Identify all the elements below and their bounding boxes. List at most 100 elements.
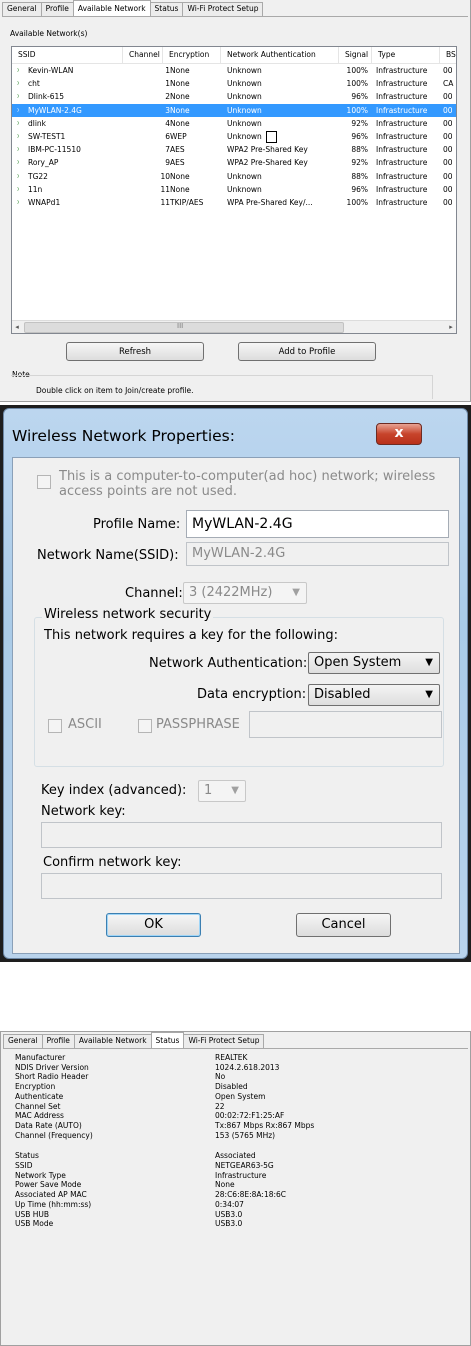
bssid-cell: 00 — [443, 118, 453, 128]
network-list[interactable]: SSID Channel Encryption Network Authenti… — [11, 46, 457, 334]
passphrase-checkbox — [138, 719, 152, 733]
channel-cell: 11 — [160, 184, 170, 194]
refresh-button[interactable]: Refresh — [66, 342, 204, 361]
status-label: Encryption — [15, 1082, 56, 1092]
ssid-field: MyWLAN-2.4G — [186, 542, 449, 566]
auth-cell: WPA2 Pre-Shared Key — [227, 145, 308, 155]
column-bssid[interactable]: BS — [440, 47, 456, 63]
encryption-cell: AES — [170, 158, 185, 168]
status-panel: General Profile Available Network Status… — [0, 1031, 471, 1346]
chevron-down-icon: ▼ — [292, 587, 300, 598]
tab-profile[interactable]: Profile — [41, 1034, 75, 1048]
signal-cell: 96% — [351, 132, 368, 141]
column-network-authentication[interactable]: Network Authentication — [221, 47, 339, 63]
status-tab-divider — [3, 1048, 468, 1049]
auth-cell: Unknown — [227, 118, 262, 128]
encryption-cell: TKIP/AES — [170, 198, 204, 207]
status-label: Network Type — [15, 1170, 66, 1180]
status-value: 0:34:07 — [215, 1199, 244, 1209]
status-label: USB HUB — [15, 1209, 50, 1219]
column-signal[interactable]: Signal — [339, 47, 372, 63]
status-value: No — [215, 1072, 226, 1082]
network-key-input — [41, 822, 442, 848]
type-cell: Infrastructure — [376, 184, 428, 194]
ok-button[interactable]: OK — [106, 913, 201, 937]
auth-cell: WPA Pre-Shared Key/... — [227, 198, 313, 207]
network-key-label: Network key: — [41, 804, 126, 819]
tab-general[interactable]: General — [2, 2, 42, 16]
passphrase-label: PASSPHRASE — [156, 717, 240, 732]
ssid-cell: Kevin-WLAN — [28, 66, 74, 75]
horizontal-scrollbar[interactable]: ◂ III ▸ — [12, 320, 456, 333]
column-ssid[interactable]: SSID — [12, 47, 123, 63]
profile-name-input[interactable]: MyWLAN-2.4G — [186, 510, 449, 538]
tab-wifi-protect-setup[interactable]: Wi-Fi Protect Setup — [183, 1034, 265, 1048]
column-channel[interactable]: Channel — [123, 47, 163, 63]
scroll-left-icon[interactable]: ◂ — [12, 321, 22, 333]
bssid-cell: 00 — [443, 66, 453, 75]
network-row[interactable]: ⁾ 11n 11 None Unknown 96% Infrastructure 00 — [12, 183, 456, 196]
bssid-cell: 00 — [443, 158, 453, 168]
type-cell: Infrastructure — [376, 66, 428, 75]
auth-select[interactable]: Open System ▼ — [308, 652, 440, 674]
status-value: 1024.2.618.2013 — [215, 1062, 280, 1072]
ascii-label: ASCII — [68, 717, 102, 732]
signal-cell: 96% — [351, 184, 368, 194]
tab-divider — [2, 16, 468, 17]
encryption-cell: None — [170, 79, 190, 89]
encryption-cell: None — [170, 118, 190, 128]
network-row[interactable]: ⁾ dlink 4 None Unknown 92% Infrastructure 00 — [12, 117, 456, 130]
wifi-signal-icon: ⁾ — [17, 172, 19, 182]
tab-general[interactable]: General — [3, 1034, 43, 1048]
signal-cell: 100% — [346, 66, 368, 75]
security-group-title: Wireless network security — [42, 607, 214, 622]
signal-cell: 88% — [351, 171, 368, 181]
available-network-panel: General Profile Available Network Status… — [0, 0, 471, 402]
status-label: Up Time (hh:mm:ss) — [15, 1199, 92, 1209]
tab-available-network[interactable]: Available Network — [72, 0, 151, 16]
signal-cell: 100% — [346, 198, 368, 207]
network-row[interactable]: ⁾ Kevin-WLAN 1 None Unknown 100% Infrastructur… — [12, 64, 456, 77]
requires-key-text: This network requires a key for the foll… — [44, 628, 339, 643]
tab-profile[interactable]: Profile — [40, 2, 74, 16]
bssid-cell: 00 — [443, 145, 453, 155]
tab-status[interactable]: Status — [150, 1032, 185, 1048]
profile-name-label: Profile Name: — [93, 517, 181, 532]
bssid-cell: 00 — [443, 132, 453, 141]
network-row[interactable]: ⁾ TG22 10 None Unknown 88% Infrastructure 00 — [12, 170, 456, 183]
status-label: Power Save Mode — [15, 1180, 82, 1190]
wifi-signal-icon: ⁾ — [17, 106, 19, 116]
network-row[interactable]: ⁾ IBM-PC-11510 7 AES WPA2 Pre-Shared Key 88% I… — [12, 143, 456, 156]
status-tab-strip: General Profile Available Network Status… — [3, 1032, 265, 1048]
channel-cell: 2 — [165, 92, 170, 102]
status-label: SSID — [15, 1161, 33, 1170]
type-cell: Infrastructure — [376, 198, 428, 207]
scroll-right-icon[interactable]: ▸ — [446, 321, 456, 333]
network-row[interactable]: ⁾ SW-TEST1 6 WEP Unknown 96% Infrastructure 00 — [12, 130, 456, 143]
encryption-select[interactable]: Disabled ▼ — [308, 684, 440, 706]
close-icon[interactable]: x — [376, 423, 422, 445]
tab-status[interactable]: Status — [149, 2, 184, 16]
auth-cell: Unknown — [227, 66, 262, 75]
channel-value: 3 (2422MHz) — [189, 585, 273, 600]
network-row[interactable]: ⁾ MyWLAN-2.4G 3 None Unknown 100% Infrastructu… — [12, 103, 456, 117]
cancel-button[interactable]: Cancel — [296, 913, 391, 937]
type-cell: Infrastructure — [376, 132, 428, 141]
network-row[interactable]: ⁾ cht 1 None Unknown 100% Infrastructure CA — [12, 77, 456, 90]
column-type[interactable]: Type — [372, 47, 440, 63]
network-row[interactable]: ⁾ Rory_AP 9 AES WPA2 Pre-Shared Key 92% Infras… — [12, 156, 456, 169]
signal-cell: 92% — [351, 158, 368, 168]
network-row[interactable]: ⁾ Dlink-615 2 None Unknown 96% Infrastructure 0… — [12, 90, 456, 103]
bssid-cell: 00 — [443, 171, 453, 181]
ssid-cell: Dlink-615 — [28, 92, 65, 102]
type-cell: Infrastructure — [376, 158, 428, 168]
signal-cell: 100% — [346, 79, 368, 89]
scroll-thumb[interactable]: III — [24, 322, 344, 333]
column-encryption[interactable]: Encryption — [163, 47, 221, 63]
network-row[interactable]: ⁾ WNAPd1 11 TKIP/AES WPA Pre-Shared Key/... 1… — [12, 196, 456, 209]
confirm-key-label: Confirm network key: — [43, 855, 182, 870]
status-label: Channel (Frequency) — [15, 1130, 93, 1140]
tab-available-network[interactable]: Available Network — [73, 1034, 152, 1048]
tab-wifi-protect-setup[interactable]: Wi-Fi Protect Setup — [182, 2, 264, 16]
add-to-profile-button[interactable]: Add to Profile — [238, 342, 376, 361]
